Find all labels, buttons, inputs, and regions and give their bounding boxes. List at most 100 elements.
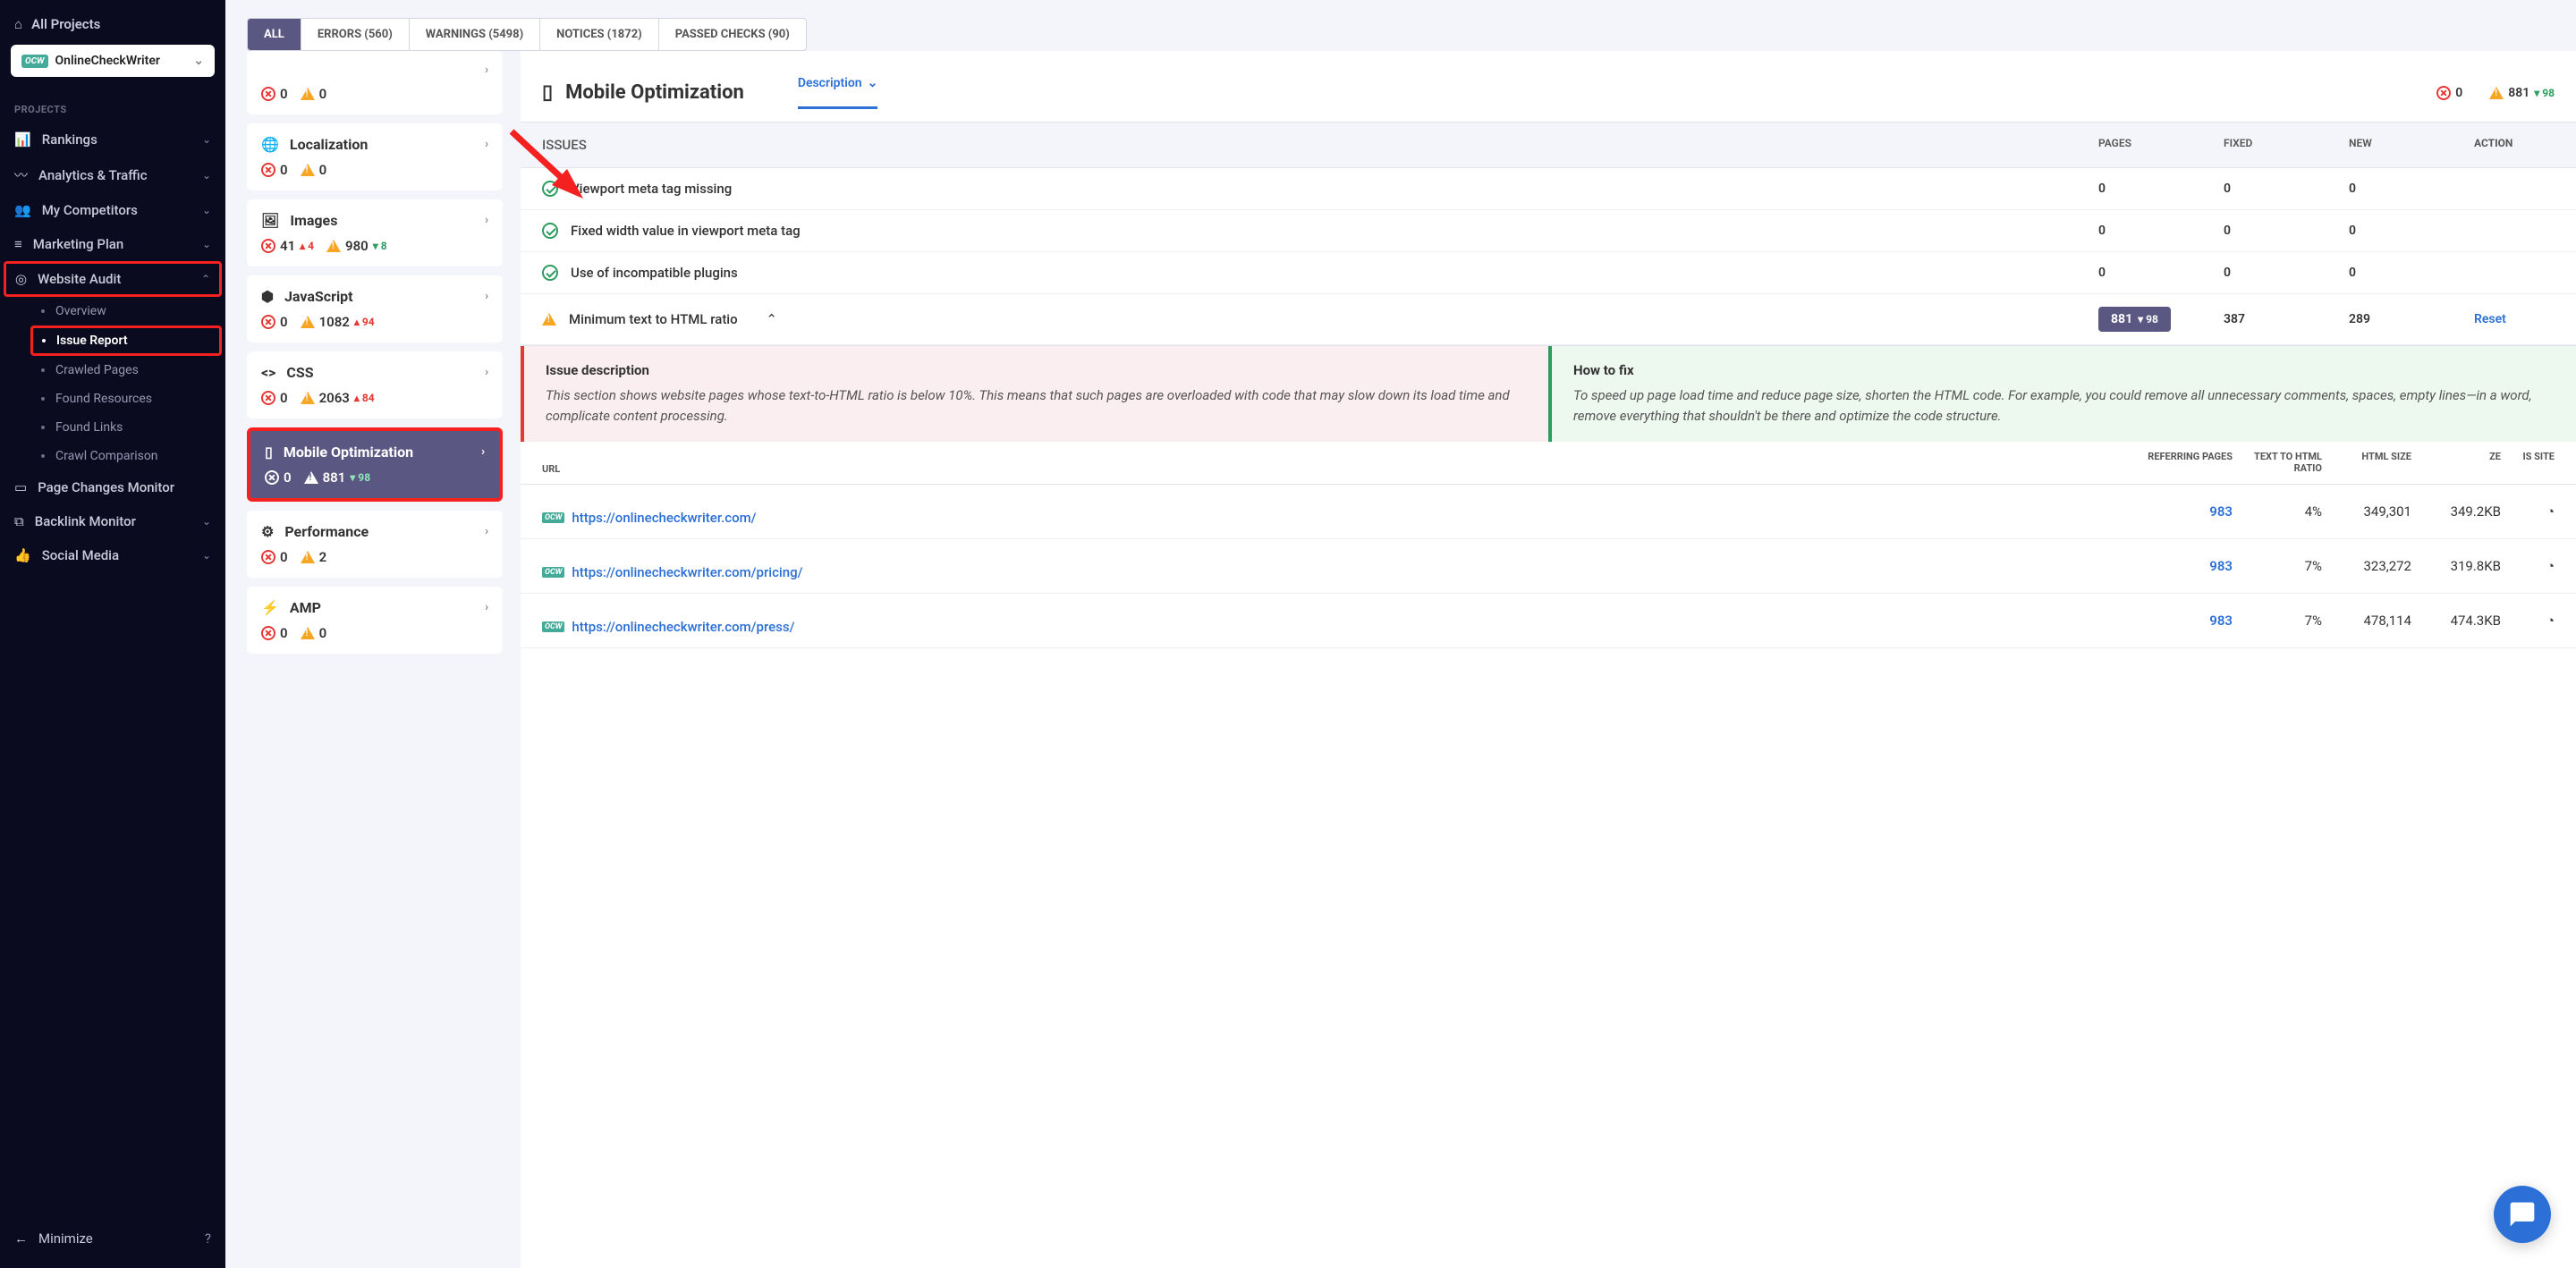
monitor-icon: ▭ (14, 479, 27, 495)
mobile-icon: ▯ (265, 444, 273, 461)
filter-warnings[interactable]: WARNINGS (5498) (410, 19, 540, 50)
issue-row[interactable]: Use of incompatible plugins 0 0 0 (521, 252, 2576, 294)
error-icon (261, 163, 275, 177)
chat-bubble-button[interactable] (2494, 1186, 2551, 1243)
filter-notices[interactable]: NOTICES (1872) (540, 19, 659, 50)
filter-all[interactable]: ALL (248, 19, 301, 50)
audit-icon: ◎ (15, 271, 27, 287)
circle-icon: ◔ (2546, 613, 2555, 629)
warning-icon (2489, 87, 2504, 99)
sub-found-links[interactable]: Found Links (27, 413, 225, 442)
sub-overview[interactable]: Overview (27, 297, 225, 325)
category-javascript[interactable]: ⬢JavaScript› 0 1082▴ 94 (247, 275, 503, 342)
minimize-button[interactable]: ← Minimize ? (0, 1220, 225, 1257)
sub-found-resources[interactable]: Found Resources (27, 385, 225, 413)
nav-marketing[interactable]: ≡ Marketing Plan ⌄ (0, 227, 225, 261)
site-favicon-icon: OCW (542, 512, 564, 523)
chevron-right-icon: › (485, 214, 488, 227)
circle-icon: ◔ (2546, 558, 2555, 574)
sub-crawl-comparison[interactable]: Crawl Comparison (27, 442, 225, 470)
sub-crawled-pages[interactable]: Crawled Pages (27, 356, 225, 385)
chevron-right-icon: › (485, 63, 488, 77)
chevron-right-icon: › (485, 525, 488, 538)
site-favicon-icon: OCW (542, 567, 564, 578)
nav-analytics[interactable]: 〰 Analytics & Traffic ⌄ (0, 156, 225, 193)
chevron-down-icon: ⌄ (202, 515, 211, 528)
chevron-right-icon: › (485, 601, 488, 614)
list-icon: ≡ (14, 236, 22, 252)
project-logo-icon: OCW (21, 55, 48, 68)
nav-website-audit[interactable]: ◎ Website Audit ⌃ (4, 261, 222, 297)
chevron-down-icon: ⌄ (202, 549, 211, 562)
help-icon[interactable]: ? (205, 1230, 211, 1247)
check-icon (542, 181, 558, 197)
error-icon (2436, 86, 2451, 100)
warning-icon (326, 240, 341, 252)
filter-errors[interactable]: ERRORS (560) (301, 19, 410, 50)
js-icon: ⬢ (261, 288, 274, 305)
pages-badge[interactable]: 881▾ 98 (2098, 307, 2171, 332)
image-icon: 🖼 (261, 212, 279, 229)
filter-passed[interactable]: PASSED CHECKS (90) (659, 19, 806, 50)
people-icon: 👥 (14, 202, 31, 218)
all-projects-link[interactable]: ⌂ All Projects (11, 11, 215, 45)
chevron-up-icon: ⌃ (766, 311, 777, 327)
issue-row[interactable]: Fixed width value in viewport meta tag 0… (521, 210, 2576, 252)
chevron-down-icon: ⌄ (202, 204, 211, 216)
nav-social[interactable]: 👍 Social Media ⌄ (0, 538, 225, 572)
category-images[interactable]: 🖼Images› 41▴ 4 980▾ 8 (247, 199, 503, 266)
project-dropdown[interactable]: OCW OnlineCheckWriter ⌄ (11, 45, 215, 77)
audit-submenu: Overview Issue Report Crawled Pages Foun… (0, 297, 225, 470)
filter-bar: ALL ERRORS (560) WARNINGS (5498) NOTICES… (225, 0, 2576, 51)
check-icon (542, 223, 558, 239)
sub-issue-report[interactable]: Issue Report (30, 325, 222, 356)
amp-icon: ⚡ (261, 599, 279, 616)
nav-page-changes[interactable]: ▭ Page Changes Monitor (0, 470, 225, 504)
category-performance[interactable]: ⚙Performance› 0 2 (247, 511, 503, 578)
site-favicon-icon: OCW (542, 621, 564, 632)
url-row[interactable]: OCWhttps://onlinecheckwriter.com/pricing… (521, 539, 2576, 594)
category-mobile-optimization[interactable]: ▯Mobile Optimization› 0 881▾ 98 (247, 427, 503, 502)
warning-icon (301, 164, 315, 176)
chevron-right-icon: › (485, 290, 488, 303)
warning-icon (301, 316, 315, 328)
url-table-header: URL REFERRING PAGES TEXT TO HTML RATIO H… (521, 442, 2576, 485)
error-icon (261, 391, 275, 405)
chevron-right-icon: › (485, 366, 488, 379)
tab-description[interactable]: Description ⌄ (798, 76, 878, 109)
error-icon (261, 626, 275, 640)
nav-rankings[interactable]: 📊 Rankings ⌄ (0, 123, 225, 156)
category-card[interactable]: › 0 0 (247, 51, 503, 114)
category-localization[interactable]: 🌐Localization› 0 0 (247, 123, 503, 190)
issues-header: ISSUES PAGES FIXED NEW ACTION (521, 123, 2576, 168)
description-box: Issue description This section shows web… (521, 345, 2576, 442)
how-to-fix-text: To speed up page load time and reduce pa… (1573, 385, 2555, 426)
warning-icon (301, 627, 315, 639)
chevron-down-icon: ⌄ (202, 169, 211, 182)
url-row[interactable]: OCWhttps://onlinecheckwriter.com/press/ … (521, 594, 2576, 648)
performance-icon: ⚙ (261, 523, 274, 540)
projects-section-label: PROJECTS (0, 91, 225, 123)
warning-icon (542, 313, 556, 325)
warning-icon (301, 551, 315, 563)
category-amp[interactable]: ⚡AMP› 0 0 (247, 587, 503, 654)
issue-row-expanded[interactable]: Minimum text to HTML ratio ⌃ 881▾ 98 387… (521, 294, 2576, 345)
nav-competitors[interactable]: 👥 My Competitors ⌄ (0, 193, 225, 227)
warning-icon (301, 88, 315, 100)
check-icon (542, 265, 558, 281)
arrow-left-icon: ← (14, 1230, 28, 1247)
chevron-down-icon: ⌄ (202, 238, 211, 250)
url-row[interactable]: OCWhttps://onlinecheckwriter.com/ 983 4%… (521, 485, 2576, 539)
category-css[interactable]: <>CSS› 0 2063▴ 84 (247, 351, 503, 418)
mobile-icon: ▯ (542, 81, 553, 104)
css-icon: <> (261, 364, 275, 381)
chevron-up-icon: ⌃ (201, 273, 210, 285)
issue-row[interactable]: Viewport meta tag missing 0 0 0 (521, 168, 2576, 210)
analytics-icon: 〰 (14, 165, 28, 184)
home-icon: ⌂ (14, 16, 22, 32)
error-icon (261, 239, 275, 253)
chevron-down-icon: ⌄ (202, 133, 211, 146)
warning-icon (301, 392, 315, 404)
nav-backlink[interactable]: ⧉ Backlink Monitor ⌄ (0, 504, 225, 538)
reset-link[interactable]: Reset (2474, 312, 2506, 326)
